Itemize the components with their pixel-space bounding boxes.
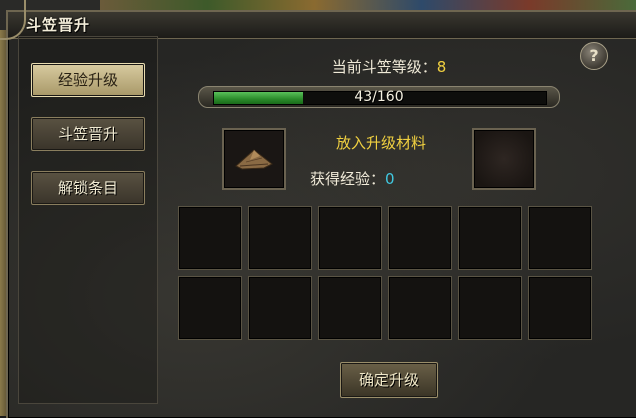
material-slot[interactable] [528,206,592,270]
material-slot[interactable] [388,276,452,340]
material-slot[interactable] [458,206,522,270]
tab-hat-promotion[interactable]: 斗笠晋升 [31,117,145,151]
window-titlebar[interactable]: 斗笠晋升 [8,12,636,39]
sidebar: 经验升级 斗笠晋升 解锁条目 [18,36,158,404]
gained-exp-value: 0 [385,170,395,188]
hat-level-value: 8 [436,58,447,76]
tab-unlock-entries[interactable]: 解锁条目 [31,171,145,205]
window-title: 斗笠晋升 [26,16,91,34]
hat-level-label: 当前斗笠等级： [331,58,437,76]
confirm-upgrade-button[interactable]: 确定升级 [340,362,438,398]
material-slot[interactable] [318,206,382,270]
bamboo-hat-icon [235,149,273,170]
material-grid [178,206,598,342]
material-slot[interactable] [318,276,382,340]
tab-exp-upgrade[interactable]: 经验升级 [31,63,145,97]
material-slot[interactable] [178,276,242,340]
material-slot[interactable] [178,206,242,270]
put-material-label: 放入升级材料 [335,134,426,152]
gained-exp: 获得经验：0 [310,168,395,189]
hat-level: 当前斗笠等级：8 [160,56,618,77]
material-slot[interactable] [458,276,522,340]
material-slot[interactable] [248,276,312,340]
gained-exp-label: 获得经验： [310,170,386,188]
material-slot[interactable] [248,206,312,270]
material-slot[interactable] [528,276,592,340]
result-slot[interactable] [472,128,536,190]
source-hat-slot[interactable] [222,128,286,190]
material-slot[interactable] [388,206,452,270]
exp-progress-bar: 43/160 [198,86,560,108]
exp-progress-text: 43/160 [354,89,404,105]
